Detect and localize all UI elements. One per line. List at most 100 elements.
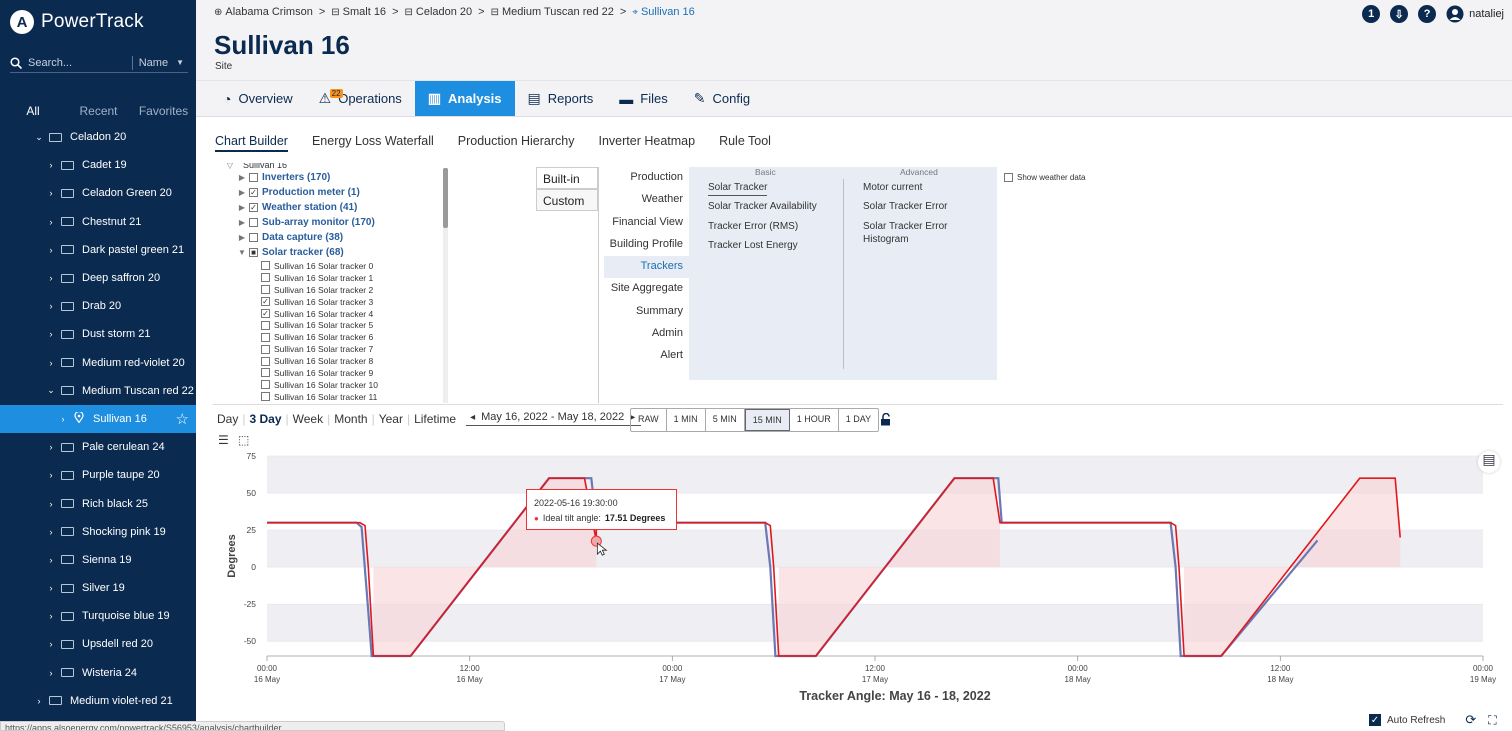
crop-icon[interactable]: ⬚ — [238, 433, 249, 447]
site-tree-item[interactable]: ⌄ Celadon 20 — [0, 123, 196, 151]
site-tree-item[interactable]: › Dust storm 21 — [0, 320, 196, 348]
chevron-right-icon[interactable]: › — [58, 414, 68, 424]
site-tree-item[interactable]: › Chestnut 21 — [0, 208, 196, 236]
category-alert[interactable]: Alert — [604, 345, 689, 367]
tracker-checkbox[interactable]: ✓ — [261, 297, 270, 307]
chevron-right-icon[interactable]: › — [46, 188, 56, 198]
category-admin[interactable]: Admin — [604, 323, 689, 345]
site-tree-item[interactable]: › Deep saffron 20 — [0, 264, 196, 292]
tracker-checkbox[interactable] — [261, 356, 270, 366]
device-group-checkbox[interactable] — [249, 218, 258, 227]
chevron-down-icon[interactable]: ⌄ — [46, 385, 56, 396]
range-3-day[interactable]: 3 Day — [245, 412, 285, 426]
chevron-right-icon[interactable]: › — [46, 470, 56, 480]
subtab-chart-builder[interactable]: Chart Builder — [215, 134, 288, 152]
tracker-angle-chart[interactable]: -50 -25 0 25 50 75 00:00 16 May 12:00 16 May 00:00… — [213, 448, 1512, 710]
category-financial-view[interactable]: Financial View — [604, 212, 689, 234]
chevron-right-icon[interactable]: › — [46, 358, 56, 368]
site-tree-item[interactable]: › Sienna 19 — [0, 546, 196, 574]
site-tree-item[interactable]: › Pale cerulean 24 — [0, 433, 196, 461]
device-group-checkbox[interactable]: ■ — [249, 248, 258, 257]
site-tree-item[interactable]: › Medium red-violet 20 — [0, 349, 196, 377]
chevron-right-icon[interactable]: › — [46, 583, 56, 593]
chart-option[interactable]: Tracker Error (RMS) — [708, 221, 798, 232]
sort-select[interactable]: Name — [139, 57, 168, 69]
auto-refresh-checkbox[interactable]: ✓ — [1369, 714, 1381, 726]
search-input[interactable]: Search... — [28, 57, 132, 69]
granularity-1-hour[interactable]: 1 HOUR — [790, 409, 839, 431]
tracker-checkbox[interactable] — [261, 332, 270, 342]
device-group-checkbox[interactable]: ✓ — [249, 188, 258, 197]
device-group[interactable]: ▶ Data capture (38) — [223, 230, 451, 245]
sidebar-tab-recent[interactable]: Recent — [66, 102, 131, 122]
tracker-item[interactable]: Sullivan 16 Solar tracker 0 — [223, 260, 451, 272]
chevron-right-icon[interactable]: › — [46, 555, 56, 565]
chevron-right-icon[interactable]: › — [46, 527, 56, 537]
prev-period-icon[interactable]: ◂ — [470, 412, 475, 423]
breadcrumb-item[interactable]: ⊟ Celadon 20 — [405, 6, 473, 18]
tracker-checkbox[interactable] — [261, 380, 270, 390]
caret-right-icon[interactable]: ▶ — [235, 218, 249, 227]
chevron-right-icon[interactable]: › — [46, 329, 56, 339]
site-search[interactable]: Search... Name ▼ — [10, 53, 188, 73]
tab-reports[interactable]: ▤ Reports — [515, 81, 607, 116]
tracker-item[interactable]: Sullivan 16 Solar tracker 8 — [223, 355, 451, 367]
tracker-item[interactable]: Sullivan 16 Solar tracker 2 — [223, 284, 451, 296]
chart-option[interactable]: Solar Tracker Error — [863, 201, 947, 212]
chart-type-custom[interactable]: Custom — [536, 189, 598, 211]
site-tree-item[interactable]: › Rich black 25 — [0, 489, 196, 517]
download-icon[interactable]: ⇩ — [1390, 5, 1409, 23]
granularity-raw[interactable]: RAW — [631, 409, 667, 431]
subtab-rule-tool[interactable]: Rule Tool — [719, 134, 771, 152]
caret-right-icon[interactable]: ▶ — [235, 188, 249, 197]
chart-option[interactable]: Histogram — [863, 234, 909, 245]
tab-analysis[interactable]: ▥ Analysis — [414, 81, 515, 116]
chevron-right-icon[interactable]: › — [46, 611, 56, 621]
site-tree-item[interactable]: › Purple taupe 20 — [0, 461, 196, 489]
caret-down-icon[interactable]: ▼ — [176, 58, 184, 67]
scrollbar-thumb[interactable] — [443, 168, 448, 228]
refresh-icon[interactable]: ⟳ — [1465, 712, 1476, 728]
chart-type-built-in[interactable]: Built-in — [536, 167, 598, 189]
range-year[interactable]: Year — [375, 412, 407, 426]
subtab-production-hierarchy[interactable]: Production Hierarchy — [458, 134, 575, 152]
granularity-15-min[interactable]: 15 MIN — [744, 409, 790, 431]
auto-refresh-control[interactable]: ✓ Auto Refresh ⟳ ⛶ — [1369, 712, 1497, 728]
tracker-item[interactable]: Sullivan 16 Solar tracker 10 — [223, 379, 451, 391]
device-group[interactable]: ▶ ✓ Production meter (1) — [223, 185, 451, 200]
granularity-1-day[interactable]: 1 DAY — [839, 409, 878, 431]
tab-files[interactable]: ▬ Files — [606, 81, 680, 116]
tracker-item[interactable]: Sullivan 16 Solar tracker 11 — [223, 391, 451, 403]
chevron-right-icon[interactable]: › — [46, 499, 56, 509]
category-weather[interactable]: Weather — [604, 189, 689, 211]
chart-option[interactable]: Solar Tracker Error — [863, 221, 947, 232]
device-tree-scrollbar[interactable] — [443, 168, 448, 403]
category-site-aggregate[interactable]: Site Aggregate — [604, 278, 689, 300]
breadcrumb-item[interactable]: ⊕ Alabama Crimson — [214, 6, 313, 18]
weather-checkbox[interactable] — [1004, 173, 1013, 182]
favorite-star-icon[interactable]: ☆ — [176, 410, 189, 428]
tracker-item[interactable]: Sullivan 16 Solar tracker 9 — [223, 367, 451, 379]
site-tree-item[interactable]: › Dark pastel green 21 — [0, 236, 196, 264]
chevron-right-icon[interactable]: › — [46, 639, 56, 649]
fullscreen-icon[interactable]: ⛶ — [1488, 713, 1496, 728]
category-production[interactable]: Production — [604, 167, 689, 189]
notification-icon[interactable]: 1 — [1362, 5, 1381, 23]
device-group[interactable]: ▼ ■ Solar tracker (68) — [223, 245, 451, 260]
range-month[interactable]: Month — [330, 412, 371, 426]
caret-right-icon[interactable]: ▶ — [235, 233, 249, 242]
unlock-icon[interactable] — [880, 412, 892, 429]
breadcrumb-item[interactable]: ⊟ Smalt 16 — [331, 6, 386, 18]
tracker-checkbox[interactable] — [261, 344, 270, 354]
tracker-checkbox[interactable] — [261, 261, 270, 271]
site-tree-item[interactable]: › Medium violet-red 21 — [0, 687, 196, 715]
tracker-item[interactable]: Sullivan 16 Solar tracker 5 — [223, 319, 451, 331]
chevron-right-icon[interactable]: › — [34, 696, 44, 706]
chart-menu-icon[interactable]: ▤ — [1478, 451, 1500, 473]
chart-option[interactable]: Tracker Lost Energy — [708, 240, 798, 251]
help-icon[interactable]: ? — [1418, 5, 1437, 23]
subtab-energy-loss-waterfall[interactable]: Energy Loss Waterfall — [312, 134, 434, 152]
site-tree-item[interactable]: › Upsdell red 20 — [0, 630, 196, 658]
tracker-checkbox[interactable] — [261, 273, 270, 283]
chevron-right-icon[interactable]: › — [46, 160, 56, 170]
